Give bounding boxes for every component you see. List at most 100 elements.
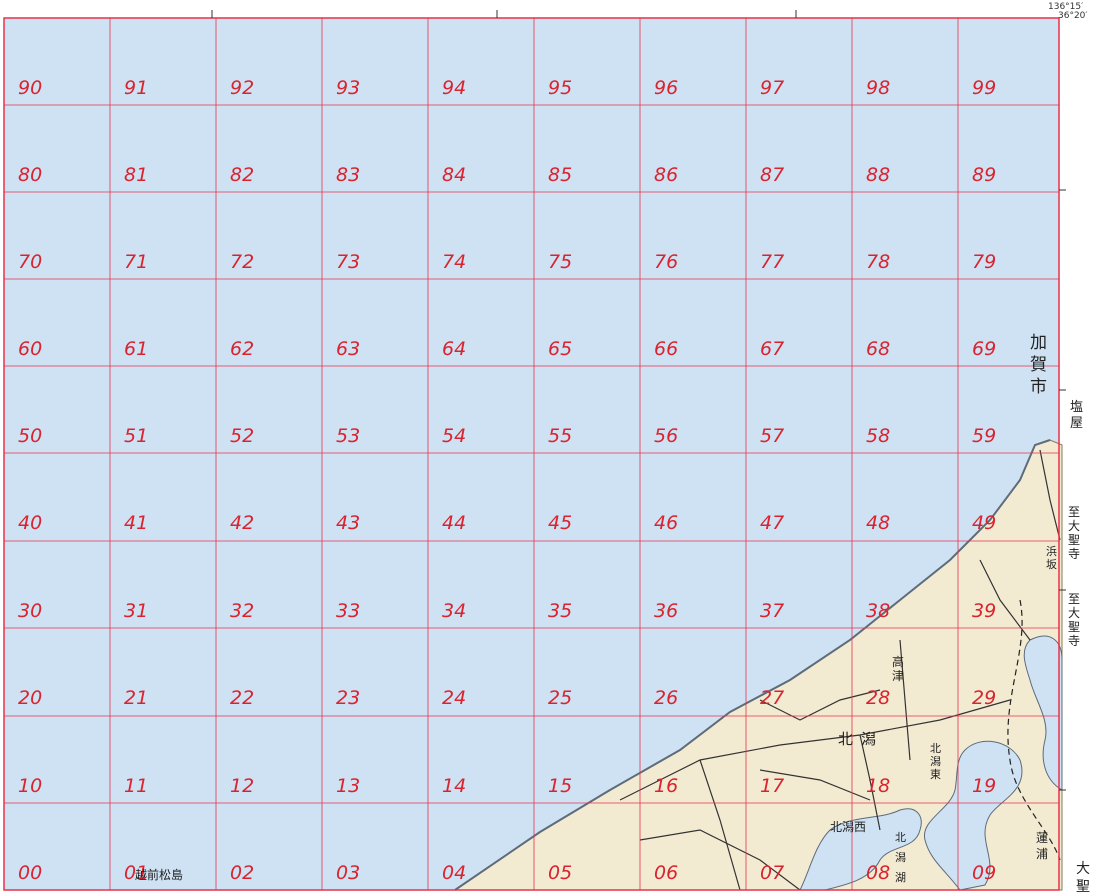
grid-cell-label: 09 bbox=[972, 862, 996, 884]
grid-cell-label: 98 bbox=[866, 77, 890, 99]
grid-cell-label: 12 bbox=[230, 775, 254, 797]
grid-cell-label: 41 bbox=[124, 512, 148, 534]
grid-cell-label: 32 bbox=[230, 600, 254, 622]
grid-cell-label: 03 bbox=[336, 862, 360, 884]
grid-cell-label: 08 bbox=[866, 862, 890, 884]
grid-cell-label: 25 bbox=[548, 687, 572, 709]
grid-cell-label: 42 bbox=[230, 512, 254, 534]
grid-cell-label: 29 bbox=[972, 687, 996, 709]
grid-cell-label: 93 bbox=[336, 77, 360, 99]
grid-cell-label: 48 bbox=[866, 512, 890, 534]
grid-cell-label: 34 bbox=[442, 600, 466, 622]
label-takatsu: 高津 bbox=[892, 655, 905, 683]
grid-cell-label: 17 bbox=[760, 775, 784, 797]
grid-cell-label: 28 bbox=[866, 687, 890, 709]
label-echizen-matsushima: 越前松島 bbox=[135, 868, 184, 882]
label-oshio: 大聖 bbox=[1076, 861, 1090, 895]
grid-cell-label: 07 bbox=[760, 862, 784, 884]
grid-cell-label: 18 bbox=[866, 775, 890, 797]
grid-cell-label: 36 bbox=[654, 600, 678, 622]
grid-cell-label: 58 bbox=[866, 425, 890, 447]
grid-cell-label: 33 bbox=[336, 600, 360, 622]
grid-cell-label: 57 bbox=[760, 425, 784, 447]
grid-cell-label: 80 bbox=[18, 164, 42, 186]
grid-cell-label: 16 bbox=[654, 775, 678, 797]
grid-cell-label: 91 bbox=[124, 77, 148, 99]
grid-cell-label: 39 bbox=[972, 600, 996, 622]
grid-cell-label: 31 bbox=[124, 600, 148, 622]
grid-cell-label: 45 bbox=[548, 512, 572, 534]
grid-cell-label: 78 bbox=[866, 251, 890, 273]
grid-cell-label: 71 bbox=[124, 251, 148, 273]
label-kitagata-higashi: 北潟東 bbox=[930, 742, 941, 781]
grid-cell-label: 50 bbox=[18, 425, 42, 447]
grid-cell-label: 60 bbox=[18, 338, 42, 360]
label-kaga-city: 加賀市 bbox=[1030, 333, 1047, 397]
grid-cell-label: 68 bbox=[866, 338, 890, 360]
grid-cell-label: 19 bbox=[972, 775, 996, 797]
grid-cell-label: 15 bbox=[548, 775, 572, 797]
label-hamasaka: 浜坂 bbox=[1046, 545, 1057, 571]
grid-cell-label: 83 bbox=[336, 164, 360, 186]
grid-cell-label: 47 bbox=[760, 512, 784, 534]
grid-cell-label: 88 bbox=[866, 164, 890, 186]
grid-cell-label: 13 bbox=[336, 775, 360, 797]
grid-cell-label: 79 bbox=[972, 251, 996, 273]
grid-cell-label: 59 bbox=[972, 425, 996, 447]
grid-cell-label: 43 bbox=[336, 512, 360, 534]
grid-cell-label: 85 bbox=[548, 164, 572, 186]
grid-cell-label: 55 bbox=[548, 425, 572, 447]
grid-cell-label: 26 bbox=[654, 687, 678, 709]
grid-cell-label: 05 bbox=[548, 862, 572, 884]
grid-cell-label: 46 bbox=[654, 512, 678, 534]
corner-latitude: 36°20′ bbox=[1058, 11, 1088, 21]
grid-cell-label: 56 bbox=[654, 425, 678, 447]
grid-cell-label: 73 bbox=[336, 251, 360, 273]
grid-cell-label: 75 bbox=[548, 251, 572, 273]
grid-cell-label: 38 bbox=[866, 600, 890, 622]
label-renpo: 蓮浦 bbox=[1036, 831, 1049, 861]
label-kitagata-lake: 北潟湖 bbox=[895, 831, 906, 884]
grid-cell-label: 81 bbox=[124, 164, 148, 186]
grid-cell-label: 77 bbox=[760, 251, 784, 273]
grid-cell-label: 54 bbox=[442, 425, 466, 447]
grid-cell-label: 27 bbox=[760, 687, 784, 709]
grid-cell-label: 52 bbox=[230, 425, 254, 447]
grid-cell-label: 95 bbox=[548, 77, 572, 99]
grid-cell-label: 49 bbox=[972, 512, 996, 534]
grid-cell-label: 35 bbox=[548, 600, 572, 622]
grid-cell-label: 51 bbox=[124, 425, 148, 447]
grid-cell-label: 20 bbox=[18, 687, 42, 709]
grid-cell-label: 11 bbox=[124, 775, 148, 797]
label-kitagata: 北潟 bbox=[838, 730, 885, 748]
label-shioya: 塩屋 bbox=[1070, 400, 1084, 431]
grid-cell-label: 63 bbox=[336, 338, 360, 360]
grid-cell-label: 69 bbox=[972, 338, 996, 360]
grid-cell-label: 40 bbox=[18, 512, 42, 534]
grid-cell-label: 70 bbox=[18, 251, 42, 273]
grid-cell-label: 92 bbox=[230, 77, 254, 99]
grid-cell-label: 67 bbox=[760, 338, 784, 360]
grid-cell-label: 84 bbox=[442, 164, 466, 186]
grid-cell-label: 97 bbox=[760, 77, 784, 99]
grid-cell-label: 72 bbox=[230, 251, 254, 273]
grid-cell-label: 74 bbox=[442, 251, 466, 273]
grid-cell-label: 22 bbox=[230, 687, 254, 709]
grid-cell-label: 02 bbox=[230, 862, 254, 884]
grid-cell-label: 82 bbox=[230, 164, 254, 186]
grid-cell-label: 61 bbox=[124, 338, 148, 360]
grid-cell-label: 53 bbox=[336, 425, 360, 447]
grid-cell-label: 10 bbox=[18, 775, 42, 797]
grid-cell-label: 99 bbox=[972, 77, 996, 99]
grid-cell-label: 24 bbox=[442, 687, 466, 709]
grid-cell-label: 87 bbox=[760, 164, 784, 186]
grid-cell-label: 86 bbox=[654, 164, 678, 186]
label-to-daishoji-1: 至大聖寺 bbox=[1068, 505, 1081, 561]
grid-cell-label: 37 bbox=[760, 600, 784, 622]
grid-cell-label: 76 bbox=[654, 251, 678, 273]
grid-cell-label: 21 bbox=[124, 687, 148, 709]
grid-cell-label: 06 bbox=[654, 862, 678, 884]
label-to-daishoji-2: 至大聖寺 bbox=[1068, 592, 1081, 648]
grid-cell-label: 30 bbox=[18, 600, 42, 622]
grid-cell-label: 65 bbox=[548, 338, 572, 360]
